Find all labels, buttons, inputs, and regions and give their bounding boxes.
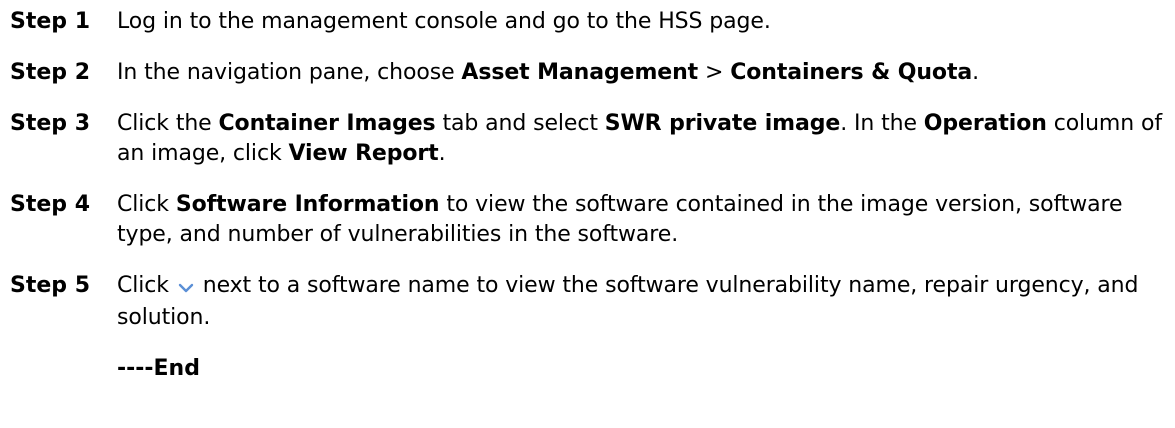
bold-term: Operation xyxy=(923,111,1047,136)
bold-term: Container Images xyxy=(218,111,436,136)
text-run: . In the xyxy=(840,111,924,136)
bold-term: Asset Management xyxy=(461,60,699,85)
step-label: Step 3 xyxy=(10,111,90,136)
text-run: Log in to the management console and go … xyxy=(117,9,771,34)
text-run: Click the xyxy=(117,111,219,136)
text-run: > xyxy=(698,60,731,85)
step-item: Step 2 In the navigation pane, choose Ass… xyxy=(10,58,1170,88)
text-run: next to a software name to view the soft… xyxy=(117,273,1139,330)
step-item: Step 4 Click Software Information to view… xyxy=(10,190,1170,250)
step-text: Log in to the management console and go … xyxy=(117,7,1170,37)
text-run: Click xyxy=(117,192,176,217)
text-run: In the navigation pane, choose xyxy=(117,60,462,85)
step-list: Step 1 Log in to the management console a… xyxy=(10,7,1170,333)
text-run: tab and select xyxy=(435,111,605,136)
bold-term: Software Information xyxy=(175,192,440,217)
bold-term: Containers & Quota xyxy=(730,60,973,85)
text-run: . xyxy=(438,141,446,166)
end-marker: ----End xyxy=(117,356,200,381)
text-run: Click xyxy=(117,273,176,298)
step-label: Step 4 xyxy=(10,192,90,217)
bold-term: View Report xyxy=(288,141,439,166)
step-text: Click next to a software name to view th… xyxy=(117,271,1170,333)
text-run: . xyxy=(972,60,980,85)
procedure: Step 1 Log in to the management console a… xyxy=(10,7,1170,384)
chevron-down-icon xyxy=(178,273,194,303)
step-item: Step 3 Click the Container Images tab and… xyxy=(10,109,1170,169)
bold-term: SWR private image xyxy=(604,111,841,136)
step-text: In the navigation pane, choose Asset Man… xyxy=(117,58,1170,88)
step-label: Step 2 xyxy=(10,60,90,85)
step-item: Step 1 Log in to the management console a… xyxy=(10,7,1170,37)
step-item: Step 5 Click next to a software name to v… xyxy=(10,271,1170,333)
step-label: Step 1 xyxy=(10,9,90,34)
step-text: Click the Container Images tab and selec… xyxy=(117,109,1170,169)
step-text: Click Software Information to view the s… xyxy=(117,190,1170,250)
step-label: Step 5 xyxy=(10,273,90,298)
